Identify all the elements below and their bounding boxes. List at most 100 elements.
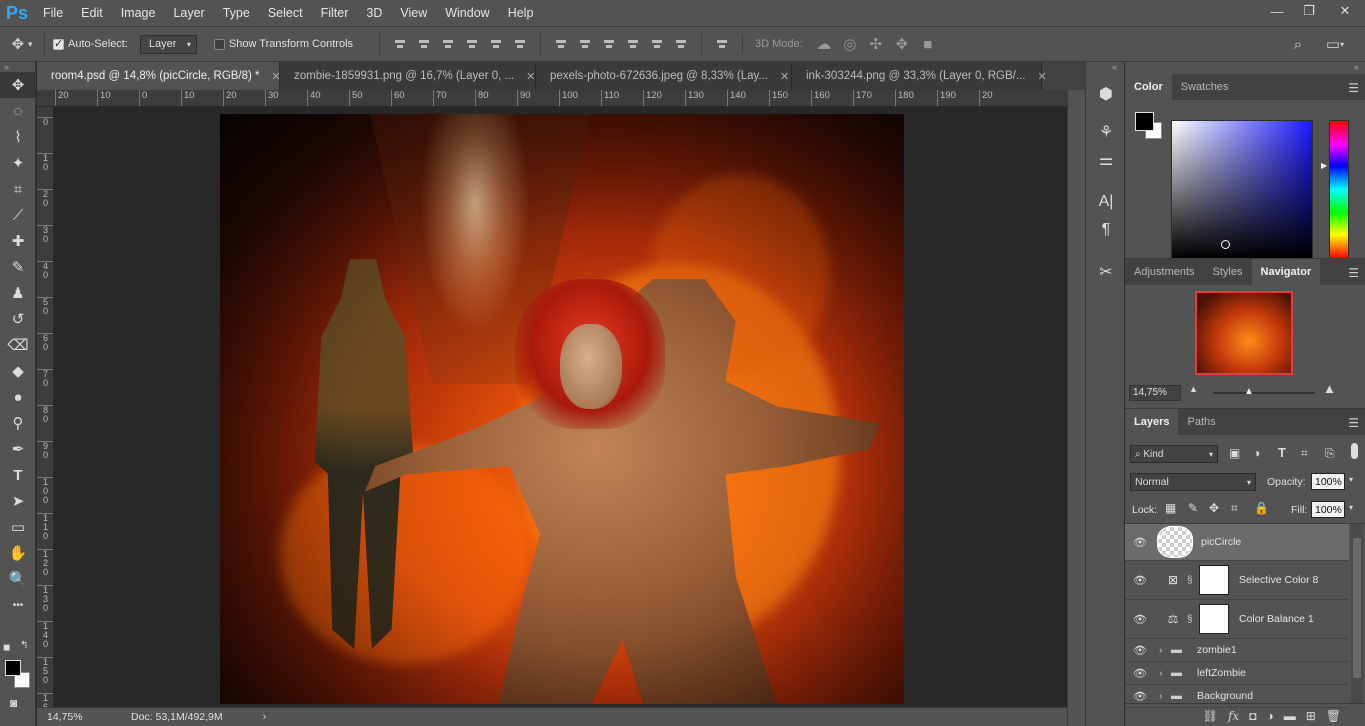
foreground-color-swatch[interactable] <box>5 660 21 676</box>
3d-orbit-icon[interactable]: ☁ <box>811 35 837 53</box>
tab-zombie[interactable]: zombie-1859931.png @ 16,7% (Layer 0, ...… <box>280 62 536 90</box>
tab-pexels[interactable]: pexels-photo-672636.jpeg @ 8,33% (Lay...… <box>536 62 792 90</box>
tab-layers[interactable]: Layers <box>1125 409 1179 435</box>
chevron-right-icon[interactable]: › <box>1159 645 1171 656</box>
tab-navigator[interactable]: Navigator <box>1251 259 1321 285</box>
blend-mode-dropdown[interactable]: Normal ▾ <box>1130 473 1256 491</box>
navigator-thumbnail[interactable] <box>1195 291 1293 375</box>
canvas-area[interactable] <box>55 107 1067 707</box>
default-colors-icon[interactable]: ◼ <box>3 642 10 653</box>
auto-select-checkbox[interactable] <box>53 37 64 50</box>
visibility-eye-icon[interactable]: 👁 <box>1125 536 1155 549</box>
properties-icon[interactable]: ⚌ <box>1086 146 1126 174</box>
panel-grip-icon[interactable]: » <box>0 62 35 72</box>
visibility-eye-icon[interactable]: 👁 <box>1125 644 1155 657</box>
zoom-icon[interactable]: 🔍 <box>0 566 36 592</box>
fill-input[interactable]: 100% <box>1311 501 1345 518</box>
ellipse-marquee-icon[interactable]: ◌ <box>0 98 36 124</box>
status-arrow-icon[interactable]: › <box>263 711 267 723</box>
align-hcenter-icon[interactable] <box>489 37 503 51</box>
tool-presets-icon[interactable]: ✂ <box>1086 258 1126 286</box>
layer-row-leftzombie[interactable]: 👁 › ▬ leftZombie <box>1125 662 1349 685</box>
distribute-vcenter-icon[interactable] <box>578 37 592 51</box>
layer-name[interactable]: zombie1 <box>1197 644 1237 656</box>
lock-artboard-icon[interactable]: ⌗ <box>1231 501 1238 516</box>
vertical-ruler[interactable]: 0 1 0 2 0 3 0 4 0 5 0 6 0 7 0 8 0 9 0 1 0 0 1 1 0 1 … <box>37 107 54 707</box>
mask-icon[interactable]: ◘ <box>1249 709 1256 723</box>
color-field[interactable] <box>1171 120 1313 259</box>
layer-row-selective-color[interactable]: 👁 ⊠ § Selective Color 8 <box>1125 561 1349 600</box>
adjustment-icon[interactable]: ◑ <box>1266 709 1273 723</box>
navigator-zoom-slider[interactable] <box>1213 392 1315 394</box>
search-icon[interactable]: ⌕ <box>1288 36 1308 53</box>
filter-smart-object-icon[interactable]: ⎘ <box>1325 446 1335 461</box>
3d-slide-icon[interactable]: ✥ <box>889 35 915 53</box>
close-icon[interactable]: ✕ <box>526 70 535 83</box>
align-vcenter-icon[interactable] <box>417 37 431 51</box>
filter-shape-icon[interactable]: ⌗ <box>1301 446 1308 461</box>
layer-filter-dropdown[interactable]: ⌕ Kind ▾ <box>1130 445 1218 463</box>
visibility-eye-icon[interactable]: 👁 <box>1125 667 1155 680</box>
menu-3d[interactable]: 3D <box>357 0 391 26</box>
hue-slider[interactable] <box>1329 120 1349 259</box>
more-icon[interactable]: ••• <box>0 592 36 618</box>
tab-swatches[interactable]: Swatches <box>1172 74 1238 100</box>
eraser-icon[interactable]: ⌫ <box>0 332 36 358</box>
menu-layer[interactable]: Layer <box>164 0 213 26</box>
layer-row-color-balance[interactable]: 👁 ⚖ § Color Balance 1 <box>1125 600 1349 639</box>
layer-mask-thumbnail[interactable] <box>1199 604 1229 634</box>
stamp-icon[interactable]: ♟ <box>0 280 36 306</box>
panel-grip-icon[interactable]: « <box>1086 62 1124 74</box>
tab-room4[interactable]: room4.psd @ 14,8% (picCircle, RGB/8) * ✕ <box>37 62 281 90</box>
navigator-zoom-input[interactable]: 14,75% <box>1129 385 1181 401</box>
distribute-hcenter-icon[interactable] <box>650 37 664 51</box>
history-brush-icon[interactable]: ↺ <box>0 306 36 332</box>
filter-pixel-icon[interactable]: ▣ <box>1229 446 1240 460</box>
hand-icon[interactable]: ✋ <box>0 540 36 566</box>
filter-toggle-icon[interactable] <box>1351 443 1358 459</box>
menu-filter[interactable]: Filter <box>312 0 358 26</box>
opacity-chevron-icon[interactable]: ▾ <box>1349 475 1353 484</box>
3d-panel-icon[interactable]: ⬢ <box>1086 80 1126 108</box>
layer-name[interactable]: leftZombie <box>1197 667 1246 679</box>
align-bottom-icon[interactable] <box>441 37 455 51</box>
layer-name[interactable]: Color Balance 1 <box>1239 613 1314 625</box>
tab-adjustments[interactable]: Adjustments <box>1125 259 1204 285</box>
layer-name[interactable]: Selective Color 8 <box>1239 574 1318 586</box>
zoom-out-icon[interactable]: ▲ <box>1189 384 1198 394</box>
vertical-scrollbar[interactable] <box>1067 90 1085 726</box>
layers-scrollbar[interactable] <box>1351 524 1363 704</box>
move-icon[interactable]: ✥ <box>0 72 36 98</box>
menu-image[interactable]: Image <box>112 0 165 26</box>
visibility-eye-icon[interactable]: 👁 <box>1125 613 1155 626</box>
tab-ink[interactable]: ink-303244.png @ 33,3% (Layer 0, RGB/...… <box>792 62 1047 90</box>
fx-icon[interactable]: fx <box>1228 709 1239 723</box>
filter-adjustment-icon[interactable]: ◑ <box>1253 446 1260 460</box>
opacity-input[interactable]: 100% <box>1311 473 1345 490</box>
menu-file[interactable]: File <box>34 0 72 26</box>
folder-icon[interactable]: ▬ <box>1284 709 1296 723</box>
character-icon[interactable]: A| <box>1086 188 1126 216</box>
layer-name[interactable]: Background <box>1197 690 1253 702</box>
menu-help[interactable]: Help <box>499 0 543 26</box>
dodge-icon[interactable]: ⚲ <box>0 410 36 436</box>
layer-row-piccircle[interactable]: 👁 picCircle <box>1125 524 1349 561</box>
chevron-right-icon[interactable]: › <box>1159 668 1171 679</box>
layer-mask-thumbnail[interactable] <box>1199 565 1229 595</box>
auto-select-dropdown[interactable]: Layer ▾ <box>139 34 197 54</box>
rectangle-icon[interactable]: ▭ <box>0 514 36 540</box>
type-icon[interactable]: T <box>0 462 36 488</box>
lock-all-icon[interactable]: 🔒 <box>1254 501 1269 515</box>
fill-chevron-icon[interactable]: ▾ <box>1349 503 1353 512</box>
move-tool-icon[interactable]: ✥ ▾ <box>0 35 44 53</box>
layers-scrollbar-thumb[interactable] <box>1353 538 1361 678</box>
restore-button[interactable]: ❐ <box>1293 0 1325 22</box>
close-button[interactable]: ✕ <box>1325 0 1365 22</box>
bucket-icon[interactable]: ◆ <box>0 358 36 384</box>
new-layer-icon[interactable]: ⊞ <box>1306 709 1316 723</box>
panel-fg-color-swatch[interactable] <box>1135 112 1154 131</box>
magic-wand-icon[interactable]: ✦ <box>0 150 36 176</box>
menu-type[interactable]: Type <box>214 0 259 26</box>
pen-icon[interactable]: ✒ <box>0 436 36 462</box>
3d-roll-icon[interactable]: ◎ <box>837 35 863 53</box>
